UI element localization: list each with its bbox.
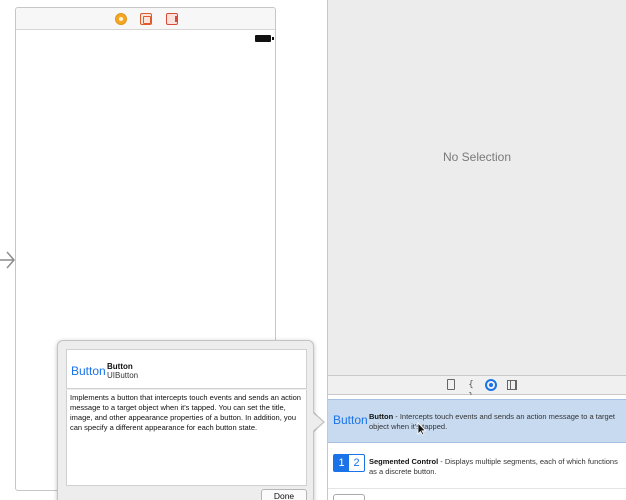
- button-thumbnail: Button: [333, 413, 368, 427]
- battery-icon: [255, 35, 274, 42]
- popover-description: Implements a button that intercepts touc…: [66, 390, 307, 486]
- popover-thumbnail: Button: [71, 364, 106, 378]
- exit-icon[interactable]: [166, 13, 178, 25]
- popover-arrow: [313, 413, 323, 431]
- popover-title: Button: [107, 362, 133, 371]
- popover-class-name: UIButton: [107, 371, 139, 380]
- object-library-icon[interactable]: [485, 379, 497, 391]
- library-item-description: Segmented Control - Displays multiple se…: [369, 457, 623, 477]
- no-selection-label: No Selection: [442, 150, 512, 164]
- library-item-segmented-control[interactable]: 1 2 Segmented Control - Displays multipl…: [328, 445, 626, 489]
- entry-point-arrow-icon[interactable]: [0, 248, 16, 272]
- attributes-inspector: No Selection: [327, 0, 626, 375]
- mouse-cursor-icon: [417, 422, 427, 436]
- view-controller-icon[interactable]: [115, 13, 127, 25]
- library-tab-bar: { }: [327, 375, 626, 402]
- popover-header: Button Button UIButton: [66, 349, 307, 389]
- library-item-text: - Intercepts touch events and sends an a…: [369, 412, 615, 431]
- library-item-name: Segmented Control: [369, 457, 439, 466]
- object-library-list[interactable]: Button Button - Intercepts touch events …: [327, 395, 626, 500]
- library-item-thumbnail: [333, 494, 365, 500]
- library-item-description: Button - Intercepts touch events and sen…: [369, 412, 623, 432]
- library-item-button[interactable]: Button Button - Intercepts touch events …: [328, 399, 626, 443]
- library-item-partial[interactable]: [328, 491, 626, 500]
- first-responder-icon[interactable]: [140, 13, 152, 25]
- file-template-icon[interactable]: [445, 379, 457, 391]
- scene-dock: [16, 8, 275, 30]
- segment-2: 2: [353, 457, 360, 469]
- library-item-name: Button: [369, 412, 394, 421]
- segment-1: 1: [334, 455, 349, 471]
- object-info-popover: Button Button UIButton Implements a butt…: [57, 340, 314, 500]
- done-button[interactable]: Done: [261, 489, 307, 500]
- code-snippet-icon[interactable]: { }: [464, 379, 478, 402]
- media-library-icon[interactable]: [506, 379, 518, 391]
- segmented-control-thumbnail: 1 2: [333, 454, 365, 472]
